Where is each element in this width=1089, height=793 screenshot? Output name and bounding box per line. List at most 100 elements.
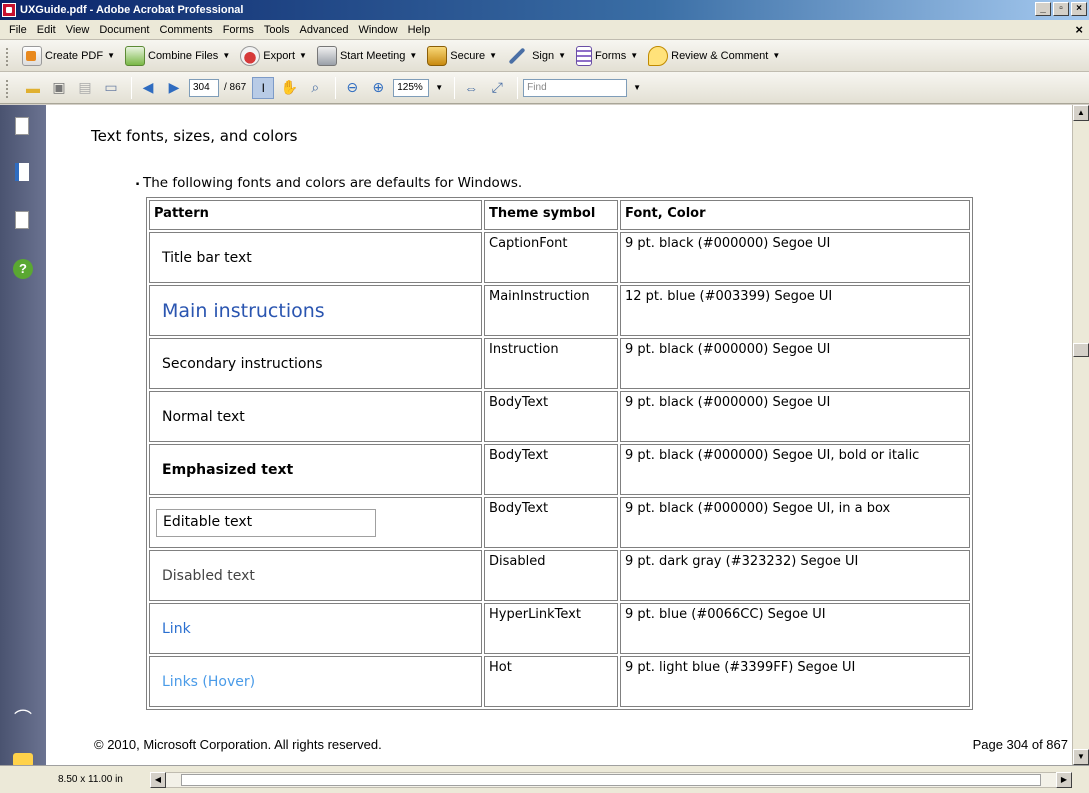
pattern-secondary-instructions: Secondary instructions: [149, 338, 482, 389]
start-meeting-button[interactable]: Start Meeting ▼: [316, 45, 417, 66]
previous-page-icon[interactable]: ◀: [137, 77, 159, 99]
export-button[interactable]: Export ▼: [240, 45, 307, 66]
table-row: Normal text BodyText 9 pt. black (#00000…: [149, 391, 970, 442]
document-page: Text fonts, sizes, and colors . The foll…: [46, 105, 1072, 765]
zoom-level-input[interactable]: 125%: [393, 78, 430, 97]
signatures-icon[interactable]: [15, 211, 29, 229]
pattern-normal-text: Normal text: [149, 391, 482, 442]
table-row: Disabled text Disabled 9 pt. dark gray (…: [149, 550, 970, 601]
forms-icon: [576, 45, 593, 66]
pattern-disabled-text: Disabled text: [149, 550, 482, 601]
navigation-pane: ? ⌒: [0, 105, 46, 775]
minimize-button[interactable]: _: [1035, 2, 1051, 16]
symbol-cell: Disabled: [484, 550, 618, 601]
window-controls: _ ▫ ×: [1035, 2, 1087, 16]
font-cell: 9 pt. black (#000000) Segoe UI: [620, 338, 970, 389]
tasks-toolbar: Create PDF ▼ Combine Files ▼ Export ▼ Start…: [0, 40, 1089, 72]
horizontal-scrollbar[interactable]: ◀ ▶: [150, 772, 1072, 788]
pages-icon[interactable]: [15, 117, 29, 135]
toolbar-separator: [517, 76, 519, 99]
toolbar-separator: [131, 76, 132, 99]
menu-window[interactable]: Window: [353, 24, 402, 36]
attachments-paperclip-icon[interactable]: ⌒: [13, 705, 33, 729]
scroll-left-icon[interactable]: ◀: [150, 772, 166, 788]
zoom-out-icon[interactable]: ⊖: [341, 77, 363, 99]
font-cell: 9 pt. black (#000000) Segoe UI, bold or …: [620, 444, 970, 495]
close-button[interactable]: ×: [1071, 2, 1087, 16]
fit-width-icon[interactable]: ⇔: [460, 77, 482, 99]
header-theme-symbol: Theme symbol: [484, 200, 618, 230]
hand-tool-icon[interactable]: ✋: [278, 77, 300, 99]
bullet-item: . The following fonts and colors are def…: [135, 173, 523, 191]
combine-files-icon: [125, 45, 145, 66]
find-dropdown-chevron-icon[interactable]: ▼: [633, 83, 641, 92]
menu-edit[interactable]: Edit: [32, 24, 61, 36]
export-icon: [240, 45, 261, 66]
email-icon[interactable]: ▭: [100, 77, 122, 99]
menu-forms[interactable]: Forms: [218, 24, 259, 36]
help-icon[interactable]: ?: [13, 259, 33, 279]
menu-advanced[interactable]: Advanced: [295, 24, 354, 36]
symbol-cell: CaptionFont: [484, 232, 618, 283]
menu-document[interactable]: Document: [94, 24, 154, 36]
review-comment-button[interactable]: Review & Comment ▼: [648, 45, 780, 66]
toolbar-grip[interactable]: [6, 80, 10, 98]
menu-tools[interactable]: Tools: [259, 24, 295, 36]
symbol-cell: Hot: [484, 656, 618, 707]
save-icon[interactable]: ▤: [74, 77, 96, 99]
vertical-scrollbar[interactable]: ▲ ▼: [1072, 105, 1089, 765]
menu-comments[interactable]: Comments: [155, 24, 218, 36]
table-row: Editable text BodyText 9 pt. black (#000…: [149, 497, 970, 548]
find-input[interactable]: Find: [523, 78, 628, 97]
sign-button[interactable]: Sign ▼: [507, 47, 566, 64]
create-pdf-icon: [22, 45, 42, 66]
document-close-icon[interactable]: ×: [1075, 22, 1083, 37]
page-footer: Page 304 of 867: [972, 737, 1068, 752]
forms-button[interactable]: Forms ▼: [576, 45, 638, 66]
status-bar: 8.50 x 11.00 in ◀ ▶: [0, 765, 1089, 793]
pattern-title-bar: Title bar text: [149, 232, 482, 283]
scrollbar-thumb[interactable]: [1073, 343, 1089, 357]
table-row: Links (Hover) Hot 9 pt. light blue (#339…: [149, 656, 970, 707]
symbol-cell: Instruction: [484, 338, 618, 389]
zoom-dropdown-chevron-icon[interactable]: ▼: [435, 83, 443, 92]
pattern-links-hover: Links (Hover): [149, 656, 482, 707]
print-icon[interactable]: ▣: [48, 77, 70, 99]
open-folder-icon[interactable]: ▬: [22, 77, 44, 99]
font-cell: 9 pt. black (#000000) Segoe UI: [620, 391, 970, 442]
combine-files-button[interactable]: Combine Files ▼: [125, 45, 230, 66]
symbol-cell: BodyText: [484, 444, 618, 495]
secure-button[interactable]: Secure ▼: [427, 45, 497, 66]
page-number-input[interactable]: 304: [189, 78, 219, 97]
next-page-icon[interactable]: ▶: [163, 77, 185, 99]
navigation-toolbar: ▬ ▣ ▤ ▭ ◀ ▶ 304 / 867 I ✋ ⌕ ⊖ ⊕ 125% ▼ ⇔…: [0, 72, 1089, 104]
table-row: Main instructions MainInstruction 12 pt.…: [149, 285, 970, 336]
pattern-emphasized-text: Emphasized text: [149, 444, 482, 495]
table-row: Secondary instructions Instruction 9 pt.…: [149, 338, 970, 389]
menu-help[interactable]: Help: [403, 24, 436, 36]
fonts-colors-table: Pattern Theme symbol Font, Color Title b…: [146, 197, 973, 710]
scroll-up-icon[interactable]: ▲: [1073, 105, 1089, 121]
horizontal-scrollbar-thumb[interactable]: [181, 774, 1041, 786]
scroll-right-icon[interactable]: ▶: [1056, 772, 1072, 788]
marquee-zoom-icon[interactable]: ⌕: [304, 77, 326, 99]
table-row: Emphasized text BodyText 9 pt. black (#0…: [149, 444, 970, 495]
font-cell: 9 pt. blue (#0066CC) Segoe UI: [620, 603, 970, 654]
font-cell: 9 pt. black (#000000) Segoe UI, in a box: [620, 497, 970, 548]
bookmarks-icon[interactable]: [15, 163, 29, 181]
zoom-in-icon[interactable]: ⊕: [367, 77, 389, 99]
symbol-cell: MainInstruction: [484, 285, 618, 336]
menu-view[interactable]: View: [61, 24, 95, 36]
lock-icon: [427, 45, 448, 66]
menu-bar: File Edit View Document Comments Forms T…: [0, 20, 1089, 40]
maximize-button[interactable]: ▫: [1053, 2, 1069, 16]
editable-text-sample-box: Editable text: [156, 508, 376, 537]
toolbar-separator: [335, 76, 337, 99]
menu-file[interactable]: File: [4, 24, 32, 36]
font-cell: 9 pt. dark gray (#323232) Segoe UI: [620, 550, 970, 601]
toolbar-grip[interactable]: [6, 48, 10, 66]
create-pdf-button[interactable]: Create PDF ▼: [22, 45, 115, 66]
scroll-down-icon[interactable]: ▼: [1073, 749, 1089, 765]
fit-page-icon[interactable]: ⤢: [486, 77, 508, 99]
select-text-icon[interactable]: I: [252, 76, 275, 99]
